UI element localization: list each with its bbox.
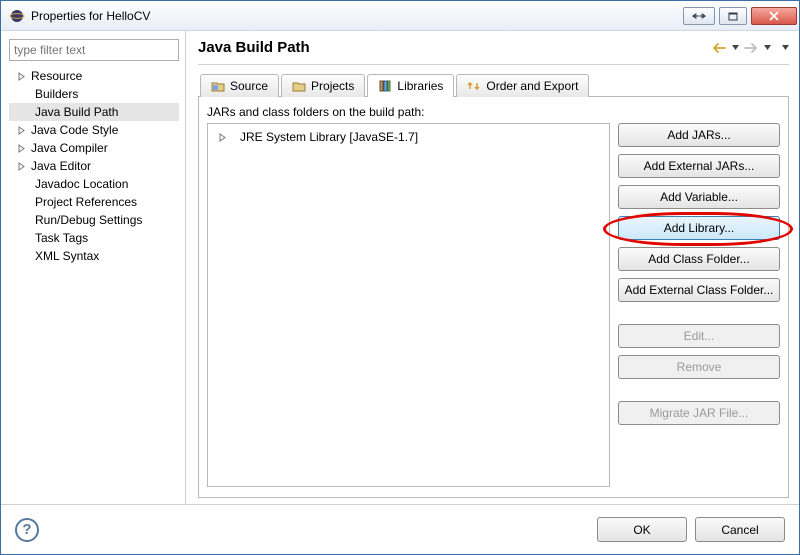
button-label: Migrate JAR File... [650,406,749,420]
resize-button[interactable] [683,7,715,25]
tabbar: Source Projects Libraries Order and Expo… [198,73,789,96]
tree-item-label: Task Tags [35,231,88,245]
button-label: Add JARs... [667,128,730,142]
expand-icon[interactable] [15,142,27,154]
expand-icon[interactable] [15,124,27,136]
tree-item-javadoc-location[interactable]: Javadoc Location [9,175,179,193]
filter-input[interactable] [9,39,179,61]
right-pane: Java Build Path Source Projects [186,31,799,504]
libraries-list[interactable]: JRE System Library [JavaSE-1.7] [207,123,610,487]
eclipse-icon [9,8,25,24]
back-menu-icon[interactable] [731,44,739,52]
tree-item-label: XML Syntax [35,249,99,263]
remove-button: Remove [618,355,780,379]
dialog-footer: ? OK Cancel [1,504,799,554]
projects-folder-icon [292,79,306,93]
expand-icon[interactable] [15,70,27,82]
window-title: Properties for HelloCV [31,9,683,23]
libraries-panel: JARs and class folders on the build path… [198,96,789,498]
tree-item-label: Java Editor [31,159,91,173]
tree-item-label: Run/Debug Settings [35,213,142,227]
tree-item-java-code-style[interactable]: Java Code Style [9,121,179,139]
button-column: Add JARs... Add External JARs... Add Var… [618,123,780,487]
tree-item-label: Javadoc Location [35,177,128,191]
tree-item-xml-syntax[interactable]: XML Syntax [9,247,179,265]
button-label: Edit... [684,329,715,343]
tab-libraries[interactable]: Libraries [367,74,454,97]
help-button[interactable]: ? [15,518,39,542]
tree-item-label: Java Code Style [31,123,118,137]
maximize-button[interactable] [719,7,747,25]
tab-source[interactable]: Source [200,74,279,97]
add-external-class-folder-button[interactable]: Add External Class Folder... [618,278,780,302]
add-class-folder-button[interactable]: Add Class Folder... [618,247,780,271]
tree-item-builders[interactable]: Builders [9,85,179,103]
button-label: Add Class Folder... [648,252,749,266]
add-variable-button[interactable]: Add Variable... [618,185,780,209]
view-menu-icon[interactable] [781,44,789,52]
category-tree[interactable]: Resource Builders Java Build Path Java C… [9,67,179,498]
window-buttons [683,7,797,25]
tree-item-label: Java Compiler [31,141,108,155]
back-button[interactable] [711,40,727,56]
heading-divider [198,64,789,65]
content-area: Resource Builders Java Build Path Java C… [1,31,799,504]
tree-item-label: Project References [35,195,137,209]
cancel-button[interactable]: Cancel [695,517,785,542]
list-item[interactable]: JRE System Library [JavaSE-1.7] [212,128,605,146]
button-label: Remove [677,360,722,374]
titlebar: Properties for HelloCV [1,1,799,31]
button-label: Add Library... [664,221,734,235]
tree-item-label: Resource [31,69,82,83]
expand-icon[interactable] [216,131,228,143]
button-label: Add External JARs... [644,159,755,173]
add-external-jars-button[interactable]: Add External JARs... [618,154,780,178]
tree-item-java-editor[interactable]: Java Editor [9,157,179,175]
tree-item-label: Java Build Path [35,105,118,119]
migrate-jar-button: Migrate JAR File... [618,401,780,425]
button-label: Cancel [721,523,758,537]
nav-toolbar [711,40,789,56]
tree-item-label: Builders [35,87,78,101]
tree-item-java-compiler[interactable]: Java Compiler [9,139,179,157]
tree-item-project-references[interactable]: Project References [9,193,179,211]
forward-menu-icon[interactable] [763,44,771,52]
tab-label: Order and Export [486,79,578,93]
page-title: Java Build Path [198,39,310,56]
close-button[interactable] [751,7,797,25]
button-label: Add External Class Folder... [625,283,774,297]
button-label: Add Variable... [660,190,738,204]
ok-button[interactable]: OK [597,517,687,542]
panel-caption: JARs and class folders on the build path… [207,105,780,119]
tree-item-java-build-path[interactable]: Java Build Path [9,103,179,121]
tree-item-run-debug[interactable]: Run/Debug Settings [9,211,179,229]
source-folder-icon [211,79,225,93]
tree-item-resource[interactable]: Resource [9,67,179,85]
button-label: OK [633,523,650,537]
edit-button: Edit... [618,324,780,348]
forward-button[interactable] [743,40,759,56]
left-pane: Resource Builders Java Build Path Java C… [1,31,186,504]
expand-icon[interactable] [15,160,27,172]
tab-label: Libraries [397,79,443,93]
tab-label: Source [230,79,268,93]
tab-projects[interactable]: Projects [281,74,365,97]
list-item-label: JRE System Library [JavaSE-1.7] [240,130,418,144]
tab-order[interactable]: Order and Export [456,74,589,97]
tab-label: Projects [311,79,354,93]
add-jars-button[interactable]: Add JARs... [618,123,780,147]
tree-item-task-tags[interactable]: Task Tags [9,229,179,247]
properties-dialog: Properties for HelloCV Resource Build [0,0,800,555]
order-export-icon [467,79,481,93]
add-library-button[interactable]: Add Library... [618,216,780,240]
library-icon [378,79,392,93]
